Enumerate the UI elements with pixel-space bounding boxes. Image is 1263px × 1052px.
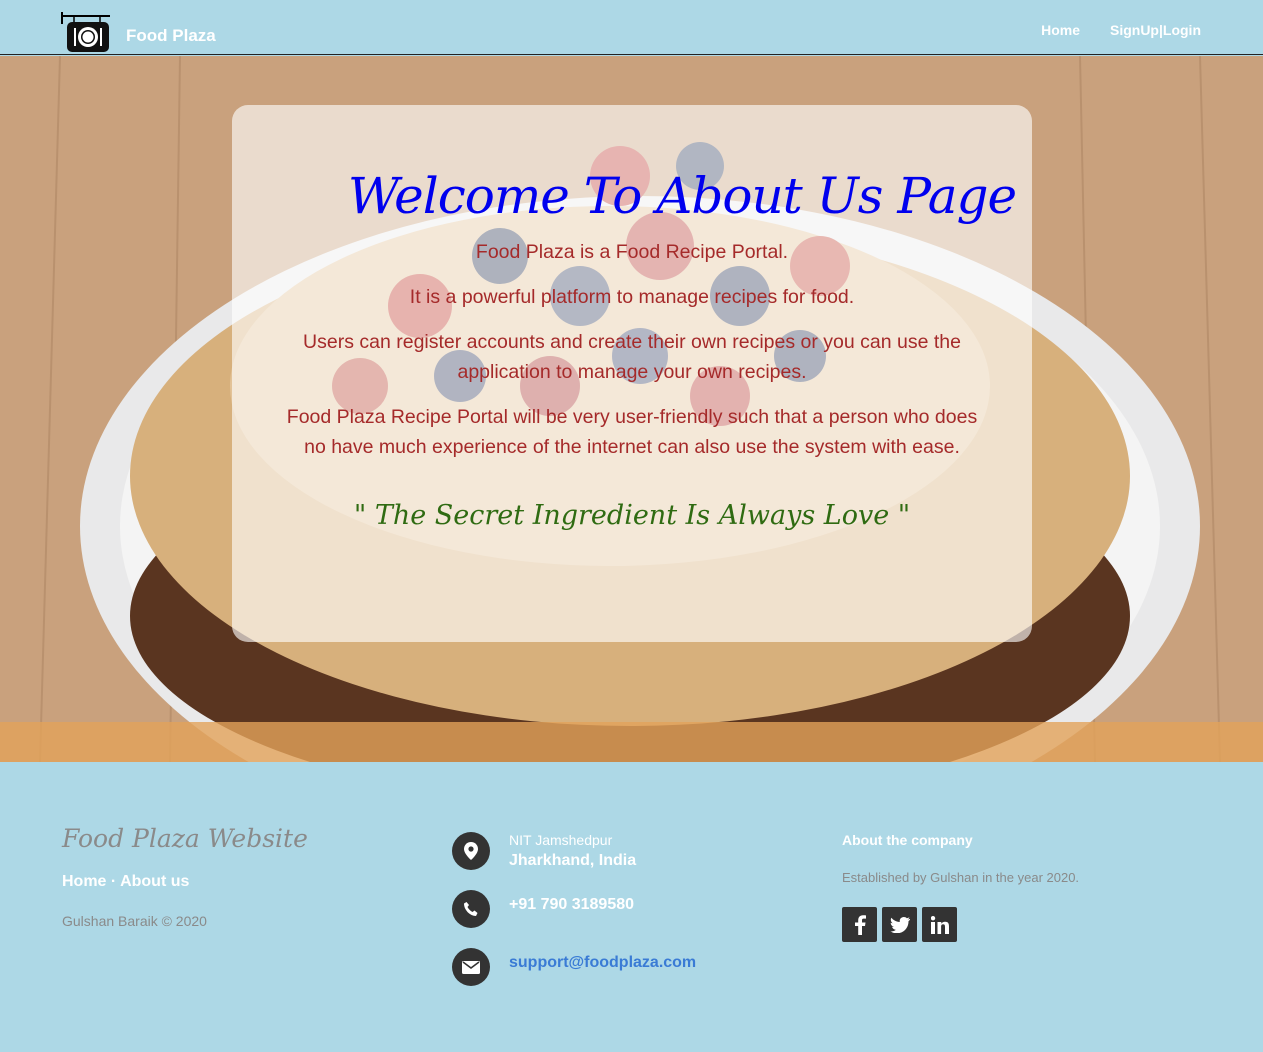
footer-home-link[interactable]: Home [62, 873, 106, 890]
contact-city: NIT Jamshedpur [509, 832, 613, 848]
contact-state: Jharkhand, India [509, 852, 637, 869]
about-paragraph: Users can register accounts and create t… [303, 331, 961, 383]
footer: Food Plaza Website Home · About us Gulsh… [0, 762, 1263, 1052]
contact-address-row: NIT Jamshedpur Jharkhand, India [452, 832, 696, 890]
twitter-icon[interactable] [882, 907, 917, 942]
footer-contact: NIT Jamshedpur Jharkhand, India +91 790 … [452, 832, 696, 1006]
about-paragraph: It is a powerful platform to manage reci… [409, 286, 855, 308]
contact-email-link[interactable]: support@foodplaza.com [509, 954, 696, 972]
restaurant-logo-icon [60, 10, 112, 54]
map-marker-icon [452, 832, 490, 870]
contact-phone[interactable]: +91 790 3189580 [509, 896, 634, 914]
brand[interactable]: Food Plaza [60, 10, 216, 54]
footer-left: Food Plaza Website Home · About us Gulsh… [62, 824, 308, 929]
social-links [842, 907, 1202, 942]
contact-phone-row: +91 790 3189580 [452, 890, 696, 948]
about-paragraph: Food Plaza Recipe Portal will be very us… [286, 406, 978, 458]
footer-about-link[interactable]: About us [120, 873, 189, 890]
footer-about: About the company Established by Gulshan… [842, 832, 1202, 942]
nav-links: Home SignUp|Login [1041, 22, 1201, 38]
footer-link-separator: · [106, 873, 121, 890]
linkedin-icon[interactable] [922, 907, 957, 942]
nav-signup-login-link[interactable]: SignUp|Login [1110, 22, 1201, 38]
about-text: Established by Gulshan in the year 2020. [842, 870, 1080, 885]
page-title: Welcome To About Us Page [347, 167, 1017, 225]
brand-name[interactable]: Food Plaza [126, 26, 216, 46]
about-paragraph: Food Plaza is a Food Recipe Portal. [475, 241, 789, 263]
hero-section: Welcome To About Us Page Food Plaza is a… [0, 56, 1263, 762]
footer-title: Food Plaza Website [62, 824, 308, 853]
about-heading: About the company [842, 832, 973, 848]
phone-icon [452, 890, 490, 928]
contact-email-row: support@foodplaza.com [452, 948, 696, 1006]
navbar: Food Plaza Home SignUp|Login [0, 0, 1263, 55]
tagline-quote: " The Secret Ingredient Is Always Love " [353, 500, 911, 531]
copyright: Gulshan Baraik © 2020 [62, 913, 207, 929]
facebook-icon[interactable] [842, 907, 877, 942]
nav-home-link[interactable]: Home [1041, 22, 1080, 38]
envelope-icon [452, 948, 490, 986]
footer-links: Home · About us [62, 873, 308, 891]
about-card: Welcome To About Us Page Food Plaza is a… [232, 105, 1032, 642]
